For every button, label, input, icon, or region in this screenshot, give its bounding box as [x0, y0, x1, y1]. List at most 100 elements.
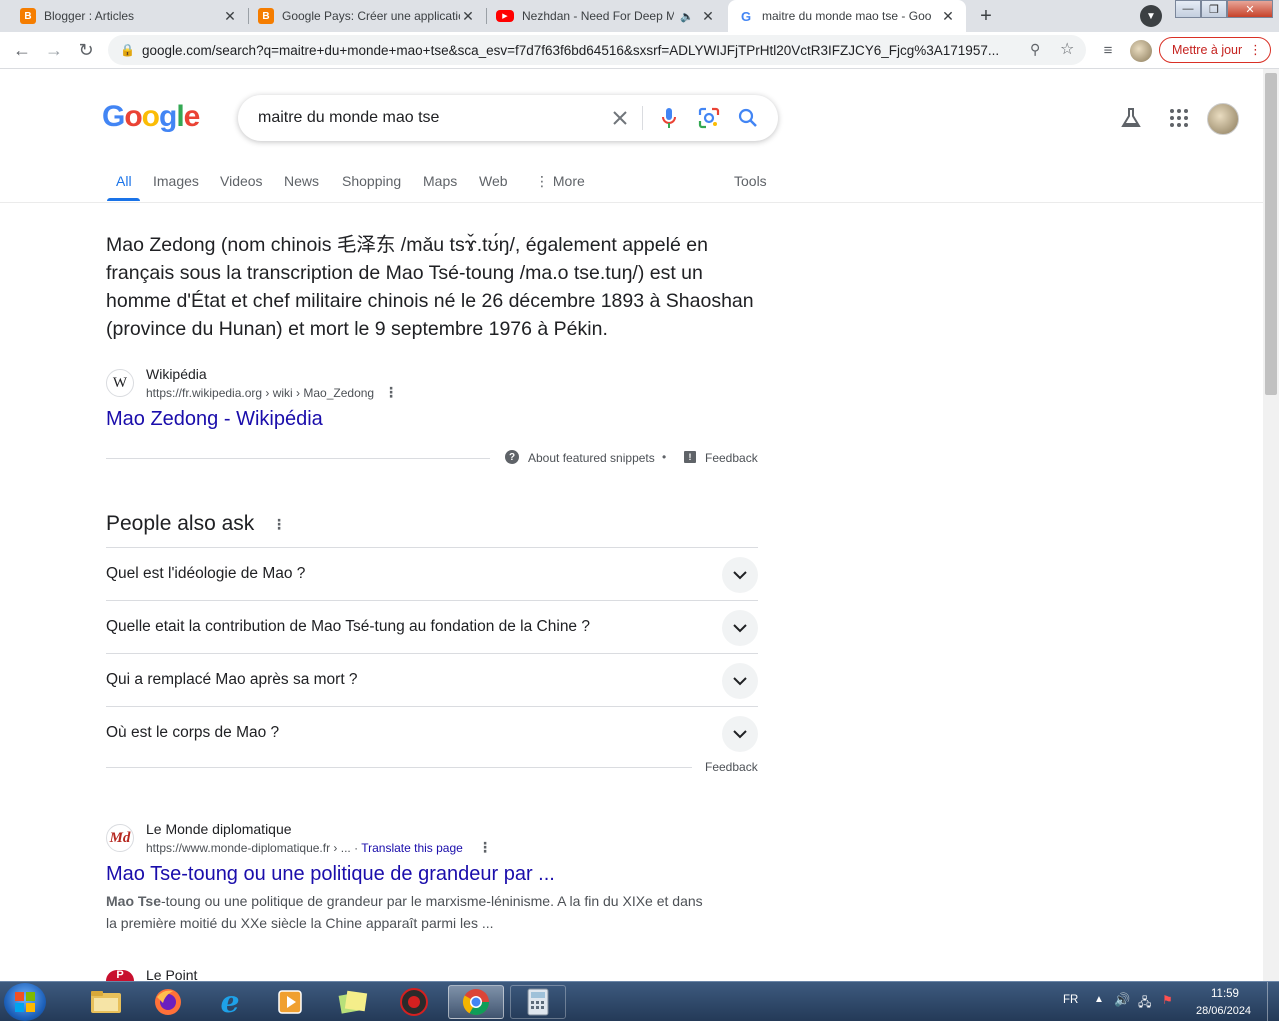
- browser-tab-google-search[interactable]: G maitre du monde mao tse - Goo ✕: [728, 0, 966, 32]
- account-avatar[interactable]: [1207, 103, 1239, 135]
- file-explorer-icon[interactable]: [78, 985, 134, 1019]
- tab-more[interactable]: ⋮ More: [535, 173, 585, 190]
- tab-web[interactable]: Web: [479, 173, 508, 189]
- favicon-letter: P: [116, 970, 124, 981]
- wikipedia-favicon[interactable]: W: [106, 369, 134, 397]
- url-text[interactable]: google.com/search?q=maitre+du+monde+mao+…: [142, 43, 1012, 58]
- chevron-down-icon[interactable]: [722, 557, 758, 593]
- chevron-down-icon[interactable]: [722, 716, 758, 752]
- window-close-button[interactable]: ✕: [1227, 0, 1273, 18]
- paa-menu-icon[interactable]: ⋮: [272, 516, 286, 533]
- language-indicator[interactable]: FR: [1063, 994, 1078, 1006]
- browser-tab-google-pays[interactable]: B Google Pays: Créer une applicatic ✕: [248, 0, 486, 32]
- tab-all[interactable]: All: [116, 173, 132, 189]
- about-snippets-link[interactable]: About featured snippets: [528, 451, 655, 465]
- tab-images[interactable]: Images: [153, 173, 199, 189]
- browser-toolbar: ← → ↻ 🔒 google.com/search?q=maitre+du+mo…: [0, 32, 1279, 69]
- lock-icon[interactable]: 🔒: [120, 43, 135, 57]
- desc-highlight: Mao Tse: [106, 893, 161, 909]
- internet-explorer-icon[interactable]: e: [202, 985, 258, 1020]
- tab-shopping[interactable]: Shopping: [342, 173, 401, 189]
- action-center-icon[interactable]: ⚑: [1162, 993, 1173, 1007]
- close-icon[interactable]: ✕: [460, 8, 476, 25]
- blogger-icon: B: [258, 8, 274, 24]
- chrome-icon[interactable]: [448, 985, 504, 1019]
- site-name[interactable]: Wikipédia: [146, 366, 207, 382]
- firefox-icon[interactable]: [140, 985, 196, 1019]
- paa-feedback-link[interactable]: Feedback: [705, 760, 758, 774]
- volume-icon[interactable]: 🔊: [1114, 992, 1130, 1008]
- back-button[interactable]: ←: [8, 36, 36, 64]
- reading-list-icon[interactable]: ≡: [1094, 36, 1122, 64]
- app-red-icon[interactable]: [386, 985, 442, 1019]
- translate-page-link[interactable]: Translate this page: [361, 841, 463, 855]
- sticky-notes-icon[interactable]: [324, 985, 380, 1019]
- network-icon[interactable]: 🖧: [1138, 993, 1151, 1014]
- location-icon[interactable]: ⚲: [1030, 41, 1040, 58]
- clear-icon[interactable]: [608, 106, 632, 130]
- profile-avatar[interactable]: [1130, 40, 1152, 62]
- tab-videos[interactable]: Videos: [220, 173, 263, 189]
- result-title-link[interactable]: Mao Tse-toung ou une politique de grande…: [106, 863, 555, 886]
- le-point-favicon[interactable]: P: [106, 970, 134, 981]
- site-url[interactable]: https://fr.wikipedia.org › wiki › Mao_Ze…: [146, 386, 374, 400]
- search-input[interactable]: [258, 106, 588, 130]
- paa-question[interactable]: Quel est l'idéologie de Mao ?: [106, 547, 758, 600]
- site-url[interactable]: https://www.monde-diplomatique.fr › ...: [146, 841, 351, 855]
- browser-tab-blogger-articles[interactable]: B Blogger : Articles ✕: [10, 0, 248, 32]
- scrollbar-thumb[interactable]: [1265, 73, 1277, 395]
- paa-question[interactable]: Quelle etait la contribution de Mao Tsé-…: [106, 600, 758, 653]
- site-url-row: https://www.monde-diplomatique.fr › ... …: [146, 841, 463, 855]
- tab-news[interactable]: News: [284, 173, 319, 189]
- paa-question-text: Quelle etait la contribution de Mao Tsé-…: [106, 618, 590, 635]
- paa-question[interactable]: Qui a remplacé Mao après sa mort ?: [106, 653, 758, 706]
- address-bar[interactable]: 🔒 google.com/search?q=maitre+du+monde+ma…: [108, 35, 1086, 65]
- chevron-down-icon[interactable]: [722, 663, 758, 699]
- search-icon[interactable]: [736, 106, 760, 130]
- help-icon[interactable]: ?: [505, 450, 519, 464]
- google-logo[interactable]: Google: [102, 100, 200, 134]
- minimize-button[interactable]: —: [1175, 0, 1201, 18]
- site-name[interactable]: Le Monde diplomatique: [146, 821, 292, 837]
- forward-button[interactable]: →: [40, 36, 68, 64]
- paa-question[interactable]: Où est le corps de Mao ?: [106, 706, 758, 759]
- apps-grid-icon[interactable]: [1169, 108, 1189, 133]
- google-lens-icon[interactable]: [697, 106, 721, 130]
- reload-button[interactable]: ↻: [72, 36, 100, 64]
- vertical-scrollbar[interactable]: [1263, 69, 1279, 981]
- search-nav-tabs: All Images Videos News Shopping Maps Web…: [0, 165, 1279, 203]
- tab-search-icon[interactable]: ▼: [1140, 5, 1162, 27]
- menu-dots-icon: ⋮: [1249, 42, 1262, 57]
- update-button[interactable]: Mettre à jour ⋮: [1159, 37, 1271, 63]
- tab-maps[interactable]: Maps: [423, 173, 457, 189]
- tools-button[interactable]: Tools: [734, 173, 767, 189]
- bookmark-star-icon[interactable]: ☆: [1060, 39, 1074, 59]
- clock-time[interactable]: 11:59: [1211, 988, 1239, 1000]
- browser-tab-youtube[interactable]: ▶ Nezhdan - Need For Deep M 🔈 ✕: [486, 0, 726, 32]
- result-menu-icon[interactable]: ⋮: [384, 384, 398, 401]
- clock-date[interactable]: 28/06/2024: [1196, 1005, 1251, 1017]
- new-tab-button[interactable]: +: [973, 3, 999, 29]
- calculator-icon[interactable]: [510, 985, 566, 1019]
- monde-diplomatique-favicon[interactable]: Md: [106, 824, 134, 852]
- search-box[interactable]: [238, 95, 778, 141]
- close-icon[interactable]: ✕: [222, 8, 238, 25]
- media-player-icon[interactable]: [262, 985, 318, 1019]
- microphone-icon[interactable]: [657, 106, 681, 130]
- tab-strip: B Blogger : Articles ✕ B Google Pays: Cr…: [0, 0, 1279, 32]
- feedback-icon[interactable]: !: [684, 451, 696, 463]
- snippet-result-link[interactable]: Mao Zedong - Wikipédia: [106, 408, 323, 431]
- show-desktop-button[interactable]: [1267, 982, 1279, 1022]
- featured-snippet-text: Mao Zedong (nom chinois 毛泽东 /mǎu tsɤ̌.tʊ…: [106, 234, 754, 340]
- result-menu-icon[interactable]: ⋮: [478, 839, 492, 856]
- snippet-feedback-link[interactable]: Feedback: [705, 451, 758, 465]
- show-hidden-icons[interactable]: ▲: [1094, 994, 1104, 1005]
- labs-flask-icon[interactable]: [1120, 107, 1142, 134]
- close-icon[interactable]: ✕: [700, 8, 716, 25]
- start-button[interactable]: [4, 983, 46, 1021]
- chevron-down-icon[interactable]: [722, 610, 758, 646]
- speaker-icon[interactable]: 🔈: [680, 10, 694, 23]
- maximize-button[interactable]: ❐: [1201, 0, 1227, 18]
- logo-letter: o: [124, 100, 142, 133]
- close-icon[interactable]: ✕: [940, 8, 956, 25]
